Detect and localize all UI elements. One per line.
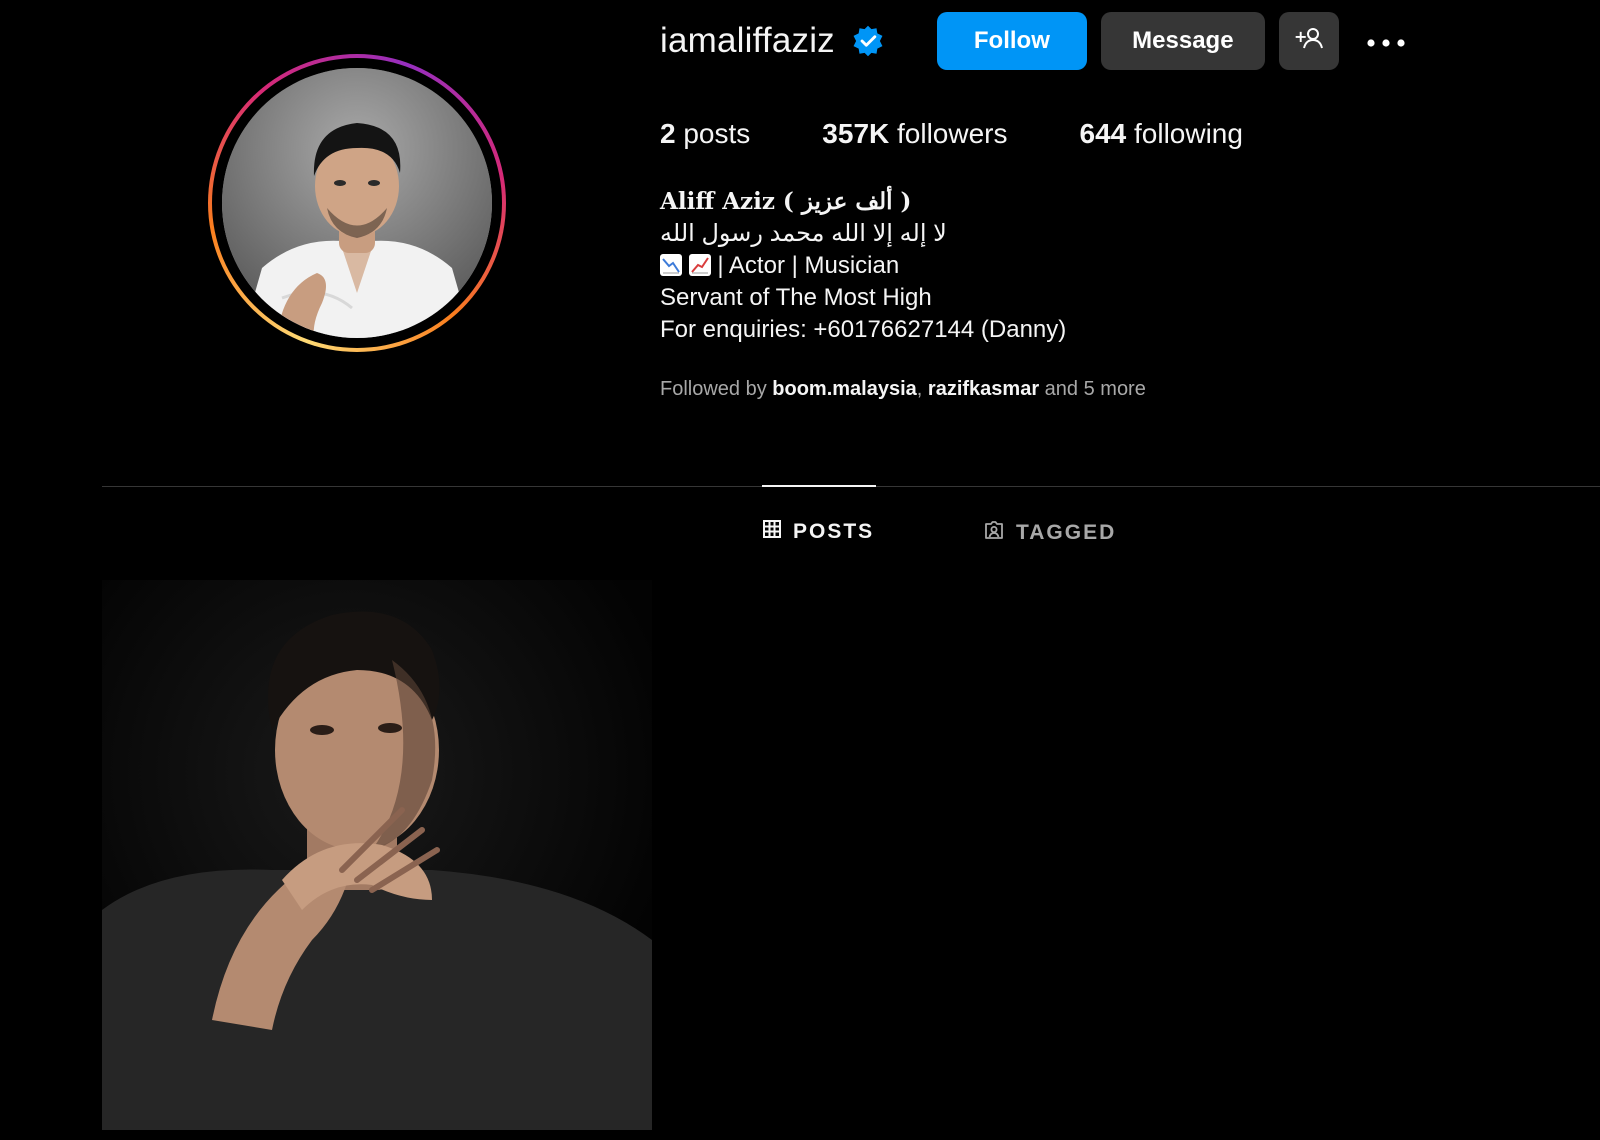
profile-avatar-story-ring[interactable]	[208, 54, 506, 352]
followers-label: followers	[897, 118, 1008, 149]
more-options-button[interactable]	[1361, 12, 1411, 70]
followed-by-account[interactable]: razifkasmar	[928, 378, 1039, 400]
bio-arabic-line: لا إله إلا الله محمد رسول الله	[660, 220, 947, 247]
followed-by-suffix: and 5 more	[1044, 378, 1146, 400]
bio-roles: | Actor | Musician	[717, 252, 900, 279]
bio-enquiries: For enquiries: +60176627144 (Danny)	[660, 316, 1067, 343]
post-thumbnail[interactable]	[102, 580, 652, 1130]
followers-stat[interactable]: 357K followers	[822, 118, 1007, 150]
following-count: 644	[1079, 118, 1127, 149]
profile-header: iamaliffaziz Follow Message +	[660, 12, 1411, 70]
avatar[interactable]	[222, 68, 492, 338]
following-label: following	[1134, 118, 1243, 149]
verified-badge-icon	[851, 24, 885, 58]
suggested-accounts-button[interactable]: +	[1278, 12, 1339, 70]
active-tab-indicator	[762, 485, 876, 487]
profile-bio: Aliff Aziz ( ألف عزيز ) لا إله إلا الله …	[660, 186, 1066, 346]
tab-tagged-label: TAGGED	[1016, 521, 1117, 544]
posts-stat: 2 posts	[660, 118, 750, 150]
grid-icon	[763, 520, 793, 544]
post-photo	[102, 580, 652, 1130]
username: iamaliffaziz	[660, 21, 835, 60]
message-button[interactable]: Message	[1100, 12, 1265, 70]
followed-by-separator: ,	[916, 378, 923, 400]
profile-stats: 2 posts 357K followers 644 following	[660, 118, 1315, 150]
chart-up-emoji-icon	[688, 252, 718, 279]
chart-down-emoji-icon	[660, 252, 689, 279]
follow-button[interactable]: Follow	[936, 12, 1087, 70]
following-stat[interactable]: 644 following	[1080, 118, 1243, 150]
avatar-photo	[222, 68, 492, 338]
followed-by-account[interactable]: boom.malaysia	[772, 378, 917, 400]
bio-roles-line: | Actor | Musician	[660, 250, 1066, 282]
bio-tagline: Servant of The Most High	[660, 284, 932, 311]
posts-label: posts	[683, 118, 751, 149]
tab-posts-label: POSTS	[793, 520, 875, 543]
bio-full-name: Aliff Aziz ( ألف عزيز )	[660, 188, 912, 215]
tab-tagged[interactable]: TAGGED	[984, 520, 1116, 546]
followed-by-prefix: Followed by	[660, 378, 767, 400]
tab-posts[interactable]: POSTS	[763, 520, 874, 544]
add-user-icon: +	[1294, 26, 1324, 57]
posts-count: 2	[660, 118, 676, 149]
followers-count: 357K	[822, 118, 890, 149]
more-options-icon	[1366, 27, 1406, 55]
tagged-icon	[984, 520, 1016, 546]
followed-by-line[interactable]: Followed by boom.malaysia, razifkasmar a…	[660, 378, 1146, 401]
